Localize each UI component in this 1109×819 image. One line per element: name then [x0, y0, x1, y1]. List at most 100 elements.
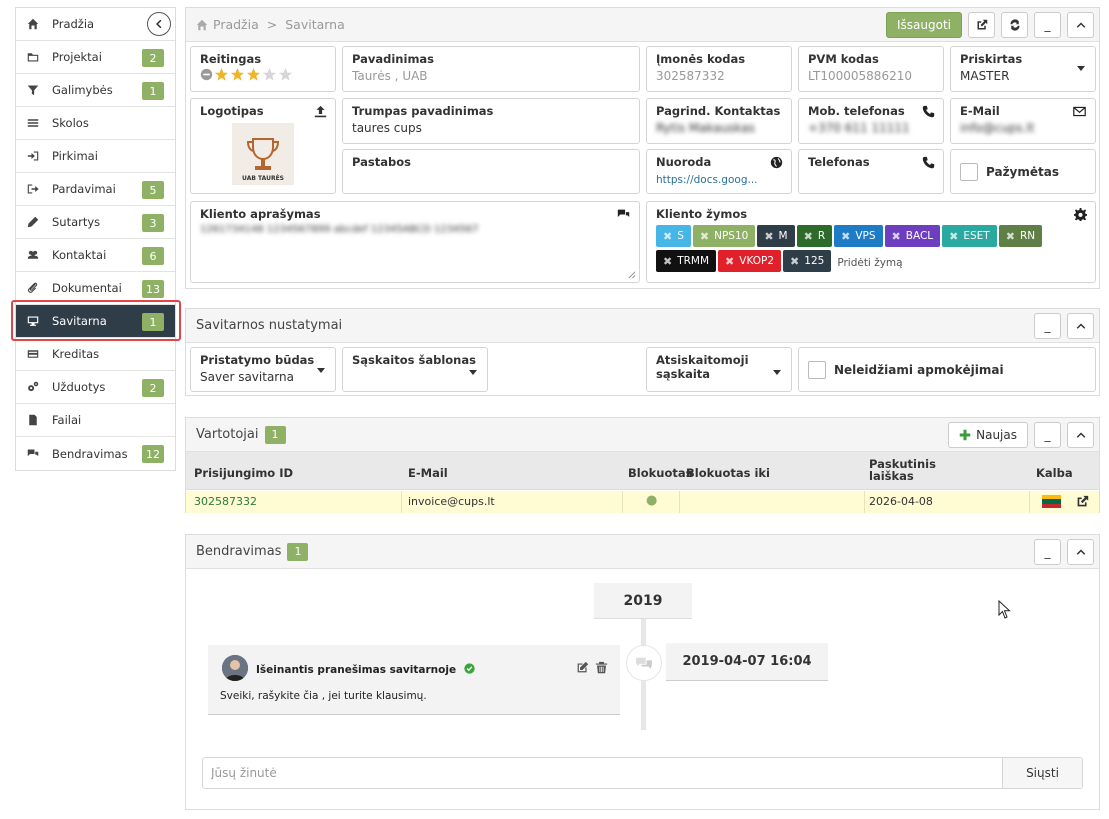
- minimize-button[interactable]: _: [1034, 422, 1061, 448]
- sidebar-item-11[interactable]: Kreditas: [16, 338, 175, 371]
- sidebar-item-10[interactable]: Savitarna 1: [16, 305, 175, 338]
- sidebar-item-1[interactable]: Pradžia: [16, 8, 175, 41]
- sidebar-item-14[interactable]: Bendravimas 12: [16, 437, 175, 470]
- link-value[interactable]: https://docs.goog...: [656, 174, 782, 186]
- star-icon[interactable]: [278, 67, 293, 85]
- save-button[interactable]: Išsaugoti: [886, 12, 962, 38]
- refresh-button[interactable]: [1001, 12, 1028, 38]
- column-email[interactable]: E-Mail: [408, 466, 448, 480]
- sidebar-item-12[interactable]: Užduotys 2: [16, 371, 175, 404]
- remove-tag-icon[interactable]: ✖: [663, 230, 672, 243]
- main-contact-field[interactable]: Pagrind. Kontaktas Rytis Makauskas: [646, 98, 792, 144]
- collapse-sidebar-button[interactable]: [147, 12, 171, 36]
- table-row[interactable]: 302587332 invoice@cups.lt ● 2026-04-08 L…: [186, 491, 1099, 513]
- remove-tag-icon[interactable]: ✖: [949, 230, 958, 243]
- sidebar-item-6[interactable]: Pardavimai 5: [16, 173, 175, 206]
- column-login-id[interactable]: Prisijungimo ID: [194, 466, 293, 480]
- sidebar-item-7[interactable]: Sutartys 3: [16, 206, 175, 239]
- trash-icon[interactable]: [595, 661, 608, 674]
- gear-icon[interactable]: [1074, 208, 1087, 221]
- phone-field[interactable]: Telefonas: [798, 149, 944, 194]
- send-button[interactable]: Siųsti: [1002, 758, 1082, 788]
- tag-item[interactable]: ✖ RN: [998, 225, 1043, 247]
- external-link-icon[interactable]: [1076, 495, 1089, 508]
- description-field[interactable]: Kliento aprašymas 1261734148 1234567899 …: [190, 201, 640, 283]
- tag-item[interactable]: ✖ VKOP2: [718, 250, 782, 272]
- sidebar-item-2[interactable]: Projektai 2: [16, 41, 175, 74]
- sidebar-item-13[interactable]: Failai: [16, 404, 175, 437]
- star-icon[interactable]: [246, 67, 261, 85]
- add-tag-link[interactable]: Pridėti žymą: [837, 257, 902, 269]
- vat-code-field[interactable]: PVM kodas LT100005886210: [798, 46, 944, 92]
- email-field[interactable]: E-Mail info@cups.lt: [950, 98, 1096, 144]
- short-name-field[interactable]: Trumpas pavadinimas taures cups: [342, 98, 640, 144]
- collapse-panel-button[interactable]: [1067, 539, 1094, 565]
- remove-tag-icon[interactable]: ✖: [764, 230, 773, 243]
- sidebar-item-5[interactable]: Pirkimai: [16, 140, 175, 173]
- sidebar-item-8[interactable]: Kontaktai 6: [16, 239, 175, 272]
- new-user-button[interactable]: Naujas: [948, 422, 1028, 448]
- edit-icon[interactable]: [576, 661, 589, 674]
- check-circle-icon: [464, 663, 475, 674]
- disallowed-payments-field[interactable]: Neleidžiami apmokėjimai: [798, 347, 1096, 392]
- remove-tag-icon[interactable]: ✖: [790, 255, 799, 268]
- collapse-panel-button[interactable]: [1067, 12, 1094, 38]
- assigned-select[interactable]: Priskirtas MASTER: [950, 46, 1096, 92]
- tag-item[interactable]: ✖ 125: [783, 250, 832, 272]
- sidebar-item-3[interactable]: Galimybės 1: [16, 74, 175, 107]
- open-external-button[interactable]: [968, 12, 995, 38]
- remove-tag-icon[interactable]: ✖: [804, 230, 813, 243]
- tag-item[interactable]: ✖ BACL: [884, 225, 941, 247]
- sidebar-item-4[interactable]: Skolos: [16, 107, 175, 140]
- message-card[interactable]: Išeinantis pranešimas savitarnoje Sveiki…: [208, 645, 620, 715]
- rating-stars[interactable]: [200, 67, 326, 85]
- star-icon[interactable]: [262, 67, 277, 85]
- upload-icon[interactable]: [314, 105, 327, 118]
- disallowed-payments-checkbox[interactable]: [808, 360, 826, 379]
- remove-tag-icon[interactable]: ✖: [663, 255, 672, 268]
- tag-item[interactable]: ✖ VPS: [834, 225, 883, 247]
- remove-tag-icon[interactable]: ✖: [700, 230, 709, 243]
- remove-tag-icon[interactable]: ✖: [1006, 230, 1015, 243]
- minimize-button[interactable]: _: [1034, 313, 1061, 339]
- marked-checkbox-field[interactable]: Pažymėtas: [950, 149, 1096, 194]
- remove-tag-icon[interactable]: ✖: [892, 230, 901, 243]
- column-last-letter[interactable]: Paskutinis laiškas: [869, 458, 939, 482]
- collapse-panel-button[interactable]: [1067, 313, 1094, 339]
- presentation-select[interactable]: Pristatymo būdas Saver savitarna: [190, 347, 336, 392]
- tag-item[interactable]: ✖ M: [757, 225, 795, 247]
- star-icon[interactable]: [214, 67, 229, 85]
- tag-item[interactable]: ✖ TRMM: [656, 250, 717, 272]
- column-language[interactable]: Kalba: [1036, 466, 1073, 480]
- sidebar-item-9[interactable]: Dokumentai 13: [16, 272, 175, 305]
- link-field[interactable]: Nuoroda https://docs.goog...: [646, 149, 792, 194]
- invoice-template-select[interactable]: Sąskaitos šablonas: [342, 347, 488, 392]
- column-blocked-until[interactable]: Blokuotas iki: [686, 466, 770, 480]
- tag-item[interactable]: ✖ ESET: [942, 225, 997, 247]
- breadcrumb-home[interactable]: Pradžia: [213, 17, 259, 32]
- settlement-account-select[interactable]: Atsiskaitomoji sąskaita: [646, 347, 792, 392]
- phone-icon[interactable]: [922, 105, 935, 118]
- company-code-field[interactable]: Įmonės kodas 302587332: [646, 46, 792, 92]
- collapse-panel-button[interactable]: [1067, 422, 1094, 448]
- tag-item[interactable]: ✖ S: [656, 225, 691, 247]
- login-id-link[interactable]: 302587332: [194, 495, 257, 508]
- mobile-phone-field[interactable]: Mob. telefonas +370 611 11111: [798, 98, 944, 144]
- tag-item[interactable]: ✖ NPS10: [692, 225, 756, 247]
- column-blocked[interactable]: Blokuotas: [628, 466, 692, 480]
- resize-handle-icon[interactable]: [627, 270, 636, 279]
- remove-tag-icon[interactable]: ✖: [841, 230, 850, 243]
- envelope-icon[interactable]: [1072, 105, 1087, 118]
- clear-rating-icon[interactable]: [200, 68, 213, 84]
- minimize-button[interactable]: _: [1034, 539, 1061, 565]
- globe-icon[interactable]: [770, 156, 783, 169]
- notes-field[interactable]: Pastabos: [342, 149, 640, 194]
- remove-tag-icon[interactable]: ✖: [725, 255, 734, 268]
- star-icon[interactable]: [230, 67, 245, 85]
- phone-icon[interactable]: [922, 156, 935, 169]
- minimize-button[interactable]: _: [1034, 12, 1061, 38]
- message-input[interactable]: [203, 758, 1002, 788]
- tag-item[interactable]: ✖ R: [796, 225, 833, 247]
- name-field[interactable]: Pavadinimas Taurės , UAB: [342, 46, 640, 92]
- marked-checkbox[interactable]: [960, 162, 978, 181]
